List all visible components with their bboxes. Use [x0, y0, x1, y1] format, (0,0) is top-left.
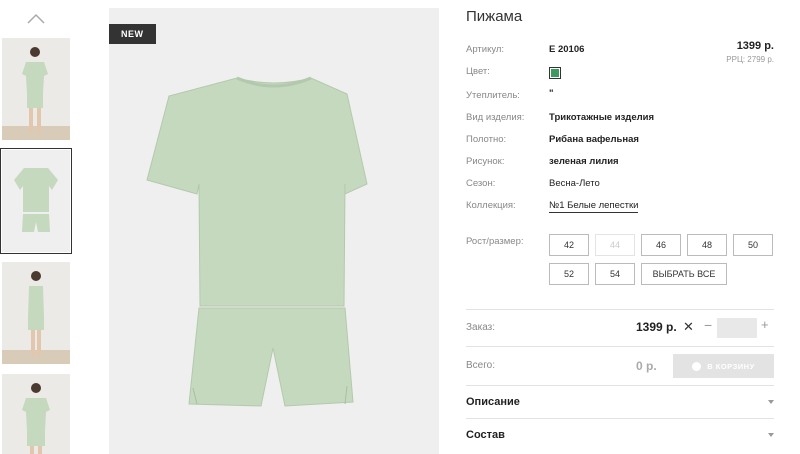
total-value: 0 р.: [636, 359, 657, 373]
size-button-44: 44: [595, 234, 635, 256]
description-accordion[interactable]: Описание: [466, 391, 774, 413]
divider: [466, 309, 774, 310]
quantity-increase-button[interactable]: +: [761, 318, 769, 331]
product-type-value: Трикотажные изделия: [549, 112, 655, 123]
divider: [466, 346, 774, 347]
product-title: Пижама: [466, 8, 523, 25]
size-label: Рост/размер:: [466, 236, 524, 247]
total-label: Всего:: [466, 360, 495, 371]
thumbnail-model-front[interactable]: [2, 38, 70, 140]
select-all-sizes-button[interactable]: ВЫБРАТЬ ВСЕ: [641, 263, 727, 285]
close-icon[interactable]: ✕: [683, 320, 694, 333]
size-button-48[interactable]: 48: [687, 234, 727, 256]
size-button-54[interactable]: 54: [595, 263, 635, 285]
pattern-label: Рисунок:: [466, 156, 505, 167]
recommended-retail-price: РРЦ: 2799 р.: [726, 55, 774, 64]
size-button-50[interactable]: 50: [733, 234, 773, 256]
color-swatch-green[interactable]: [549, 67, 561, 79]
season-value: Весна-Лето: [549, 178, 600, 189]
composition-accordion[interactable]: Состав: [466, 424, 774, 446]
fabric-value: Рибана вафельная: [549, 134, 639, 145]
season-label: Сезон:: [466, 178, 496, 189]
composition-accordion-label: Состав: [466, 429, 505, 441]
thumbnail-product-flat[interactable]: [0, 148, 72, 254]
divider: [466, 418, 774, 419]
insulation-label: Утеплитель:: [466, 90, 520, 101]
article-label: Артикул:: [466, 44, 505, 55]
quantity-decrease-button[interactable]: −: [704, 318, 712, 332]
new-badge: NEW: [109, 24, 156, 44]
product-price: 1399 р.: [736, 40, 774, 52]
article-value: Е 20106: [549, 44, 585, 55]
thumbnails-up-arrow-icon[interactable]: [26, 12, 46, 26]
add-to-cart-button[interactable]: В КОРЗИНУ: [673, 354, 774, 378]
order-label: Заказ:: [466, 322, 496, 333]
order-price: 1399 р.: [636, 320, 677, 334]
cart-icon: [692, 361, 702, 371]
size-button-42[interactable]: 42: [549, 234, 589, 256]
insulation-value: ": [549, 88, 554, 99]
thumbnail-model-side[interactable]: [2, 262, 70, 364]
product-type-label: Вид изделия:: [466, 112, 525, 123]
fabric-label: Полотно:: [466, 134, 507, 145]
add-to-cart-label: В КОРЗИНУ: [707, 361, 755, 371]
collection-label: Коллекция:: [466, 200, 516, 211]
size-button-46[interactable]: 46: [641, 234, 681, 256]
size-button-52[interactable]: 52: [549, 263, 589, 285]
pattern-value: зеленая лилия: [549, 156, 619, 167]
divider: [466, 385, 774, 386]
thumbnail-model-back[interactable]: [2, 374, 70, 454]
quantity-input[interactable]: [717, 318, 757, 338]
description-accordion-label: Описание: [466, 396, 520, 408]
chevron-down-icon: [768, 433, 774, 437]
collection-link[interactable]: №1 Белые лепестки: [549, 200, 639, 213]
main-product-image[interactable]: NEW: [109, 8, 439, 454]
chevron-down-icon: [768, 400, 774, 404]
color-label: Цвет:: [466, 66, 490, 77]
